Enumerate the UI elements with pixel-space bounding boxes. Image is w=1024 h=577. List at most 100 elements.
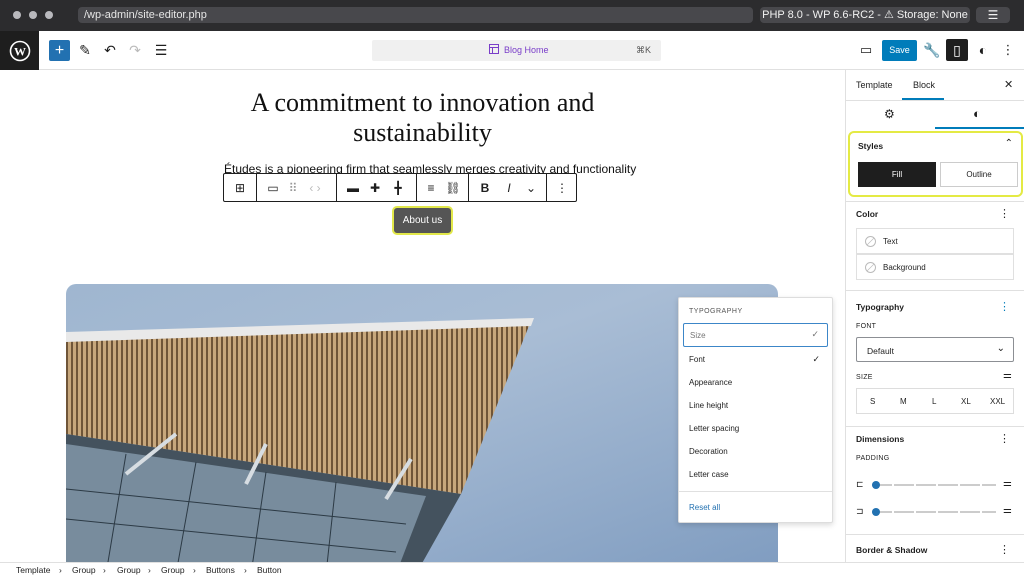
command-palette[interactable]: Blog Home ⌘K [372, 40, 661, 61]
breadcrumb-item-buttons[interactable]: Buttons [206, 565, 235, 575]
font-select[interactable]: Default ⌄ [856, 337, 1014, 362]
list-view-icon[interactable]: ☰ [150, 39, 172, 61]
empty-swatch-icon [865, 262, 876, 273]
template-icon [489, 44, 499, 54]
size-option-xl[interactable]: XL [961, 397, 971, 406]
typography-options-menu: TYPOGRAPHY Size ✓ Font ✓ Appearance Line… [678, 297, 833, 523]
style-outline-button[interactable]: Outline [940, 162, 1018, 187]
page-heading[interactable]: A commitment to innovation and sustainab… [200, 88, 645, 148]
menu-item-font[interactable]: Font [689, 355, 705, 364]
menu-item-letter-spacing[interactable]: Letter spacing [689, 424, 739, 433]
breadcrumb-item-group[interactable]: Group [117, 565, 141, 575]
about-us-button[interactable]: About us [392, 206, 453, 235]
dimensions-title: Dimensions [856, 434, 905, 444]
pencil-icon[interactable]: ✎ [74, 39, 96, 61]
add-block-button[interactable]: + [49, 40, 70, 61]
options-more-icon[interactable]: ⋮ [997, 39, 1019, 61]
move-arrows-icon[interactable]: ‹ › [307, 181, 323, 195]
padding-horizontal-knob[interactable] [872, 508, 880, 516]
color-options-icon[interactable]: ⋮ [999, 209, 1010, 220]
breadcrumb: Template › Group › Group › Group › Butto… [0, 562, 1024, 577]
block-toolbar: ⊞ ▭ ⠿ ‹ › ▬ ✚ ╋ ≡ ⛓ B I ⌄ ⋮ [223, 173, 577, 202]
divider [846, 201, 1024, 202]
color-text-item[interactable]: Text [856, 228, 1014, 254]
breadcrumb-item-group[interactable]: Group [72, 565, 96, 575]
size-option-m[interactable]: M [900, 397, 907, 406]
italic-icon[interactable]: I [501, 181, 517, 195]
border-options-icon[interactable]: ⋮ [999, 545, 1010, 556]
divider [846, 534, 1024, 535]
bold-icon[interactable]: B [477, 181, 493, 195]
select-parent-icon[interactable]: ⊞ [232, 181, 248, 195]
align-left-icon[interactable]: ≡ [423, 181, 439, 195]
drag-handle-icon[interactable]: ⠿ [285, 181, 301, 195]
styles-half-circle-icon[interactable]: ◐ [973, 106, 981, 121]
padding-vertical-sliders-icon[interactable]: ⚌ [1003, 478, 1012, 489]
breadcrumb-item-group[interactable]: Group [161, 565, 185, 575]
size-option-s[interactable]: S [870, 397, 875, 406]
window-zoom-dot[interactable] [45, 11, 53, 19]
save-button[interactable]: Save [882, 40, 917, 61]
border-shadow-title: Border & Shadow [856, 545, 928, 555]
block-parent-segment[interactable]: ⊞ [224, 174, 257, 201]
redo-icon[interactable]: ↷ [124, 39, 146, 61]
url-bar[interactable]: /wp-admin/site-editor.php [78, 7, 753, 23]
padding-horizontal-slider[interactable] [872, 511, 996, 513]
chevron-right-icon: › [59, 565, 62, 575]
menu-item-line-height[interactable]: Line height [689, 401, 728, 410]
wordpress-logo-icon[interactable]: W [0, 31, 39, 70]
undo-icon[interactable]: ↶ [99, 39, 121, 61]
browser-titlebar: /wp-admin/site-editor.php PHP 8.0 - WP 6… [0, 0, 1024, 31]
active-subtab-indicator [935, 127, 1024, 129]
color-background-item[interactable]: Background [856, 254, 1014, 280]
reset-all-button[interactable]: Reset all [689, 503, 720, 512]
padding-label: PADDING [856, 455, 890, 462]
svg-text:W: W [14, 44, 26, 58]
environment-badge: PHP 8.0 - WP 6.6-RC2 - ⚠ Storage: None [760, 7, 970, 23]
device-preview-icon[interactable]: ▭ [855, 39, 877, 61]
building-photo[interactable] [66, 284, 778, 562]
tab-template[interactable]: Template [856, 80, 893, 90]
tools-wrench-icon[interactable]: 🔧 [921, 39, 943, 61]
format-segment: B I ⌄ [469, 174, 547, 201]
size-option-l[interactable]: L [932, 397, 936, 406]
dimensions-options-icon[interactable]: ⋮ [999, 434, 1010, 445]
chevron-right-icon: › [103, 565, 106, 575]
padding-vertical-icon: ⊏ [856, 479, 864, 489]
padding-vertical-slider[interactable] [872, 484, 996, 486]
styles-title: Styles [858, 141, 884, 151]
breadcrumb-item-button[interactable]: Button [257, 565, 282, 575]
size-option-xxl[interactable]: XXL [990, 397, 1005, 406]
chevron-down-icon[interactable]: ⌄ [523, 181, 539, 195]
hamburger-menu-icon[interactable]: ☰ [976, 7, 1010, 23]
window-minimize-dot[interactable] [29, 11, 37, 19]
custom-size-sliders-icon[interactable]: ⚌ [1003, 370, 1012, 381]
style-fill-button[interactable]: Fill [858, 162, 936, 187]
check-icon: ✓ [812, 354, 820, 364]
menu-divider [679, 491, 832, 492]
breadcrumb-item-template[interactable]: Template [16, 565, 51, 575]
divider [846, 426, 1024, 427]
menu-item-size[interactable]: Size ✓ [683, 323, 828, 347]
window-close-dot[interactable] [13, 11, 21, 19]
button-block-icon[interactable]: ▭ [265, 181, 281, 195]
more-options-icon[interactable]: ⋮ [554, 181, 570, 195]
padding-horizontal-sliders-icon[interactable]: ⚌ [1003, 505, 1012, 516]
padding-vertical-knob[interactable] [872, 481, 880, 489]
tab-block[interactable]: Block [913, 80, 935, 90]
justify-top-icon[interactable]: ▬ [345, 181, 361, 195]
justify-center-icon[interactable]: ✚ [367, 181, 383, 195]
menu-item-letter-case[interactable]: Letter case [689, 470, 729, 479]
typography-options-icon[interactable]: ⋮ [999, 302, 1010, 313]
command-shortcut: ⌘K [635, 45, 651, 55]
block-type-segment: ▭ ⠿ ‹ › [257, 174, 337, 201]
gear-icon[interactable]: ⚙ [884, 107, 895, 121]
link-icon[interactable]: ⛓ [445, 181, 461, 195]
styles-contrast-icon[interactable]: ◐ [972, 39, 994, 61]
justify-stretch-icon[interactable]: ╋ [390, 181, 406, 195]
menu-item-appearance[interactable]: Appearance [689, 378, 732, 387]
settings-sidebar-icon[interactable]: ▯ [946, 39, 968, 61]
close-icon[interactable]: ✕ [1004, 78, 1013, 91]
menu-item-decoration[interactable]: Decoration [689, 447, 728, 456]
chevron-up-icon[interactable]: ⌃ [1005, 138, 1013, 149]
